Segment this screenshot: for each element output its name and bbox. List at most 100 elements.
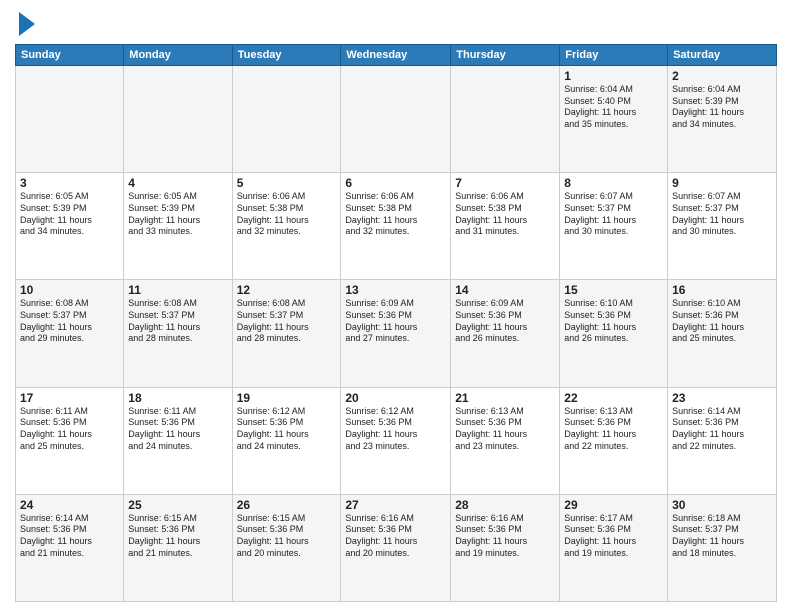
col-header-saturday: Saturday [668, 45, 777, 66]
day-number: 7 [455, 176, 555, 190]
day-number: 4 [128, 176, 227, 190]
day-info-line: and 32 minutes. [237, 226, 337, 238]
day-info-line: Sunrise: 6:08 AM [237, 298, 337, 310]
day-info-line: Daylight: 11 hours [672, 322, 772, 334]
day-info-line: Sunrise: 6:13 AM [455, 406, 555, 418]
day-info-line: Daylight: 11 hours [128, 215, 227, 227]
col-header-monday: Monday [124, 45, 232, 66]
day-info-line: Sunrise: 6:08 AM [128, 298, 227, 310]
day-number: 1 [564, 69, 663, 83]
day-number: 19 [237, 391, 337, 405]
day-info-line: Sunrise: 6:04 AM [564, 84, 663, 96]
calendar-week-2: 3Sunrise: 6:05 AMSunset: 5:39 PMDaylight… [16, 173, 777, 280]
day-info-line: and 22 minutes. [564, 441, 663, 453]
day-info-line: Sunrise: 6:11 AM [20, 406, 119, 418]
calendar-table: SundayMondayTuesdayWednesdayThursdayFrid… [15, 44, 777, 602]
calendar-cell [232, 66, 341, 173]
col-header-wednesday: Wednesday [341, 45, 451, 66]
day-info-line: Daylight: 11 hours [455, 322, 555, 334]
day-info-line: Daylight: 11 hours [20, 536, 119, 548]
day-info-line: Daylight: 11 hours [455, 536, 555, 548]
day-info-line: and 33 minutes. [128, 226, 227, 238]
day-info-line: and 23 minutes. [455, 441, 555, 453]
calendar-cell: 10Sunrise: 6:08 AMSunset: 5:37 PMDayligh… [16, 280, 124, 387]
day-info-line: Sunrise: 6:12 AM [237, 406, 337, 418]
day-number: 28 [455, 498, 555, 512]
day-number: 21 [455, 391, 555, 405]
day-number: 6 [345, 176, 446, 190]
day-info-line: and 23 minutes. [345, 441, 446, 453]
day-info-line: and 30 minutes. [672, 226, 772, 238]
calendar-cell: 29Sunrise: 6:17 AMSunset: 5:36 PMDayligh… [560, 494, 668, 601]
calendar-cell: 11Sunrise: 6:08 AMSunset: 5:37 PMDayligh… [124, 280, 232, 387]
day-info-line: Sunrise: 6:06 AM [455, 191, 555, 203]
calendar-cell: 15Sunrise: 6:10 AMSunset: 5:36 PMDayligh… [560, 280, 668, 387]
calendar-cell: 16Sunrise: 6:10 AMSunset: 5:36 PMDayligh… [668, 280, 777, 387]
day-info-line: and 29 minutes. [20, 333, 119, 345]
calendar-week-5: 24Sunrise: 6:14 AMSunset: 5:36 PMDayligh… [16, 494, 777, 601]
day-info-line: Sunset: 5:36 PM [237, 417, 337, 429]
calendar-cell [124, 66, 232, 173]
day-info-line: Sunrise: 6:10 AM [672, 298, 772, 310]
day-number: 24 [20, 498, 119, 512]
day-info-line: and 32 minutes. [345, 226, 446, 238]
day-number: 15 [564, 283, 663, 297]
day-number: 30 [672, 498, 772, 512]
day-number: 26 [237, 498, 337, 512]
calendar-cell: 27Sunrise: 6:16 AMSunset: 5:36 PMDayligh… [341, 494, 451, 601]
calendar-cell: 13Sunrise: 6:09 AMSunset: 5:36 PMDayligh… [341, 280, 451, 387]
day-info-line: and 28 minutes. [128, 333, 227, 345]
day-info-line: Sunset: 5:36 PM [345, 417, 446, 429]
day-number: 20 [345, 391, 446, 405]
calendar-cell: 30Sunrise: 6:18 AMSunset: 5:37 PMDayligh… [668, 494, 777, 601]
day-info-line: and 25 minutes. [672, 333, 772, 345]
calendar-cell [341, 66, 451, 173]
day-info-line: Daylight: 11 hours [345, 536, 446, 548]
day-info-line: Sunset: 5:38 PM [345, 203, 446, 215]
day-info-line: Sunset: 5:36 PM [564, 524, 663, 536]
day-info-line: Sunrise: 6:04 AM [672, 84, 772, 96]
calendar-cell: 21Sunrise: 6:13 AMSunset: 5:36 PMDayligh… [451, 387, 560, 494]
day-number: 23 [672, 391, 772, 405]
calendar-header-row: SundayMondayTuesdayWednesdayThursdayFrid… [16, 45, 777, 66]
day-info-line: Sunrise: 6:11 AM [128, 406, 227, 418]
calendar-cell: 24Sunrise: 6:14 AMSunset: 5:36 PMDayligh… [16, 494, 124, 601]
day-info-line: and 34 minutes. [672, 119, 772, 131]
col-header-tuesday: Tuesday [232, 45, 341, 66]
day-info-line: and 24 minutes. [237, 441, 337, 453]
day-info-line: and 19 minutes. [455, 548, 555, 560]
day-info-line: Sunset: 5:36 PM [20, 417, 119, 429]
day-info-line: Sunset: 5:36 PM [672, 310, 772, 322]
day-info-line: Sunrise: 6:05 AM [128, 191, 227, 203]
day-info-line: Daylight: 11 hours [672, 215, 772, 227]
day-info-line: and 35 minutes. [564, 119, 663, 131]
day-info-line: Daylight: 11 hours [20, 215, 119, 227]
day-info-line: Sunset: 5:36 PM [564, 417, 663, 429]
day-info-line: Daylight: 11 hours [128, 429, 227, 441]
day-info-line: Sunrise: 6:06 AM [345, 191, 446, 203]
day-info-line: Daylight: 11 hours [455, 429, 555, 441]
day-info-line: Daylight: 11 hours [237, 322, 337, 334]
day-info-line: Sunset: 5:39 PM [20, 203, 119, 215]
day-info-line: and 31 minutes. [455, 226, 555, 238]
day-info-line: Sunrise: 6:10 AM [564, 298, 663, 310]
day-info-line: and 25 minutes. [20, 441, 119, 453]
calendar-week-3: 10Sunrise: 6:08 AMSunset: 5:37 PMDayligh… [16, 280, 777, 387]
day-info-line: Sunrise: 6:13 AM [564, 406, 663, 418]
day-info-line: Daylight: 11 hours [672, 429, 772, 441]
day-info-line: Sunset: 5:36 PM [455, 524, 555, 536]
day-info-line: Sunrise: 6:08 AM [20, 298, 119, 310]
day-info-line: Sunrise: 6:09 AM [345, 298, 446, 310]
day-info-line: and 30 minutes. [564, 226, 663, 238]
calendar-cell: 26Sunrise: 6:15 AMSunset: 5:36 PMDayligh… [232, 494, 341, 601]
day-info-line: Sunset: 5:37 PM [237, 310, 337, 322]
calendar-cell: 18Sunrise: 6:11 AMSunset: 5:36 PMDayligh… [124, 387, 232, 494]
day-info-line: Sunrise: 6:07 AM [672, 191, 772, 203]
day-number: 13 [345, 283, 446, 297]
day-number: 11 [128, 283, 227, 297]
day-info-line: Sunset: 5:36 PM [128, 417, 227, 429]
day-info-line: Daylight: 11 hours [455, 215, 555, 227]
day-info-line: Sunrise: 6:07 AM [564, 191, 663, 203]
day-info-line: Sunset: 5:37 PM [564, 203, 663, 215]
calendar-cell: 28Sunrise: 6:16 AMSunset: 5:36 PMDayligh… [451, 494, 560, 601]
